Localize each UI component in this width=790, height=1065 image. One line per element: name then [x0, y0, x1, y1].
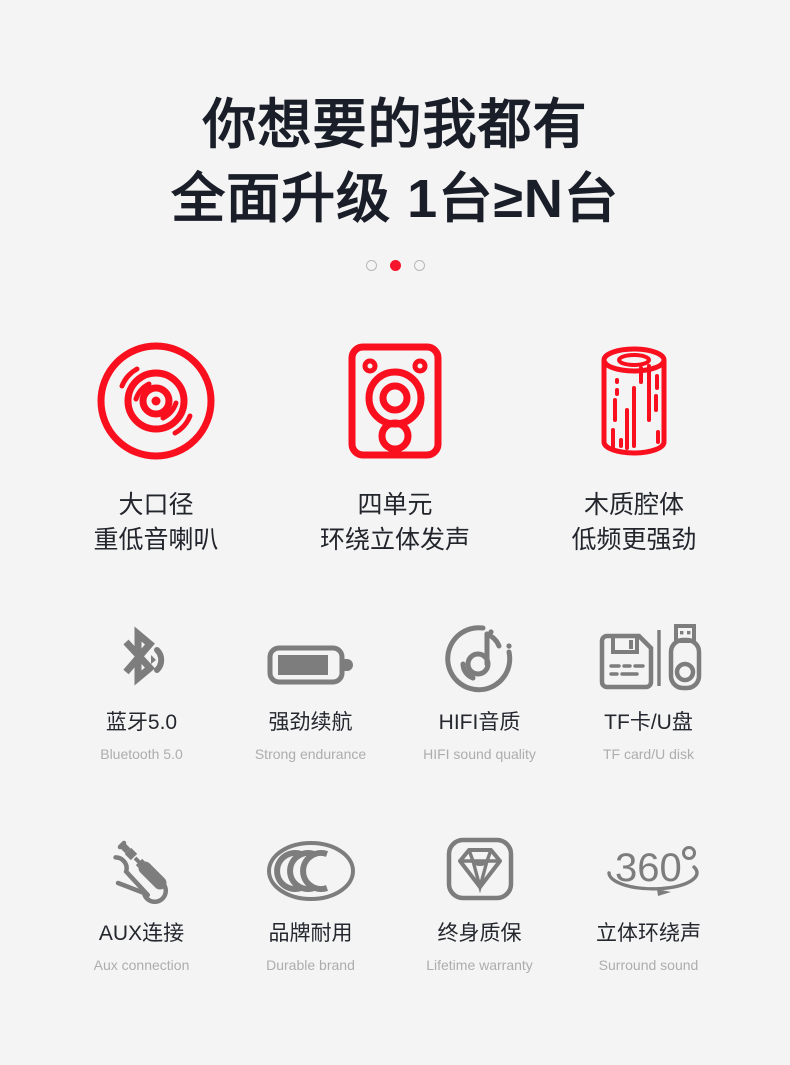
- feature-label-line1: 木质腔体: [583, 491, 684, 519]
- feature-aux: AUX连接 Aux connection: [57, 827, 226, 974]
- feature-label-line1: 四单元: [357, 491, 433, 519]
- feature-bluetooth: 蓝牙5.0 Bluetooth 5.0: [57, 616, 226, 763]
- feature-label-cn: TF卡/U盘: [604, 711, 693, 734]
- feature-label-cn: 立体环绕声: [596, 922, 701, 945]
- carousel-dot-1[interactable]: [365, 260, 377, 271]
- diamond-icon: [395, 827, 564, 905]
- feature-durable-brand: 品牌耐用 Durable brand: [226, 827, 395, 974]
- feature-label-cn: 蓝牙5.0: [105, 711, 178, 734]
- feature-endurance: 强劲续航 Strong endurance: [226, 616, 395, 763]
- feature-label-en: HIFI sound quality: [423, 746, 536, 762]
- feature-wood-cavity: 木质腔体 低频更强劲: [515, 333, 754, 558]
- tf-card-usb-icon: [564, 616, 733, 694]
- feature-label-en: Aux connection: [93, 957, 190, 973]
- carousel-dot-3[interactable]: [413, 260, 425, 271]
- feature-label-line2: 重低音喇叭: [93, 526, 219, 554]
- feature-label-line1: 大口径: [118, 491, 194, 519]
- carousel-indicator[interactable]: [0, 260, 790, 271]
- feature-label-cn: 强劲续航: [268, 711, 353, 734]
- feature-warranty: 终身质保 Lifetime warranty: [395, 827, 564, 974]
- feature-surround: 360 立体环绕声 Surround sound: [564, 827, 733, 974]
- feature-label-en: Bluetooth 5.0: [100, 746, 183, 762]
- feature-label-cn: AUX连接: [98, 922, 185, 945]
- product-feature-page: 你想要的我都有 全面升级 1台≥N台 大口径 重低音喇叭 四单元 环绕立体发声 …: [0, 0, 790, 1065]
- feature-label-en: TF card/U disk: [602, 746, 694, 762]
- feature-large-driver: 大口径 重低音喇叭: [37, 333, 276, 558]
- feature-storage: TF卡/U盘 TF card/U disk: [564, 616, 733, 763]
- hero-section: 你想要的我都有 全面升级 1台≥N台: [0, 0, 790, 271]
- feature-four-units: 四单元 环绕立体发声: [276, 333, 515, 558]
- headline-line-1: 你想要的我都有: [202, 95, 588, 155]
- feature-label-en: Strong endurance: [254, 746, 367, 762]
- feature-label-cn: 品牌耐用: [268, 922, 353, 945]
- feature-label-cn: HIFI音质: [438, 711, 521, 734]
- primary-feature-row: 大口径 重低音喇叭 四单元 环绕立体发声 木质腔体 低频更强劲: [0, 333, 790, 558]
- feature-hifi: HIFI音质 HIFI sound quality: [395, 616, 564, 763]
- feature-label-line2: 环绕立体发声: [319, 526, 470, 554]
- feature-label-en: Durable brand: [266, 957, 355, 973]
- feature-label-en: Lifetime warranty: [426, 957, 533, 973]
- wood-log-icon: [515, 333, 754, 468]
- aux-jack-icon: [57, 827, 226, 905]
- secondary-feature-row-1: 蓝牙5.0 Bluetooth 5.0 强劲续航 Strong enduranc…: [0, 616, 790, 763]
- feature-label-line2: 低频更强劲: [571, 526, 697, 554]
- headline-line-2: 全面升级 1台≥N台: [171, 169, 619, 229]
- speaker-cabinet-icon: [276, 333, 515, 468]
- feature-label-en: Surround sound: [598, 957, 699, 973]
- ccc-mark-icon: [226, 827, 395, 905]
- carousel-dot-2-active[interactable]: [389, 260, 401, 271]
- vinyl-speaker-icon: [37, 333, 276, 468]
- bluetooth-icon: [57, 616, 226, 694]
- surround-360-icon: 360: [564, 827, 733, 905]
- feature-label-cn: 终身质保: [437, 922, 522, 945]
- battery-icon: [226, 616, 395, 694]
- secondary-feature-row-2: AUX连接 Aux connection 品牌耐用 Durable brand: [0, 827, 790, 974]
- music-note-icon: [395, 616, 564, 694]
